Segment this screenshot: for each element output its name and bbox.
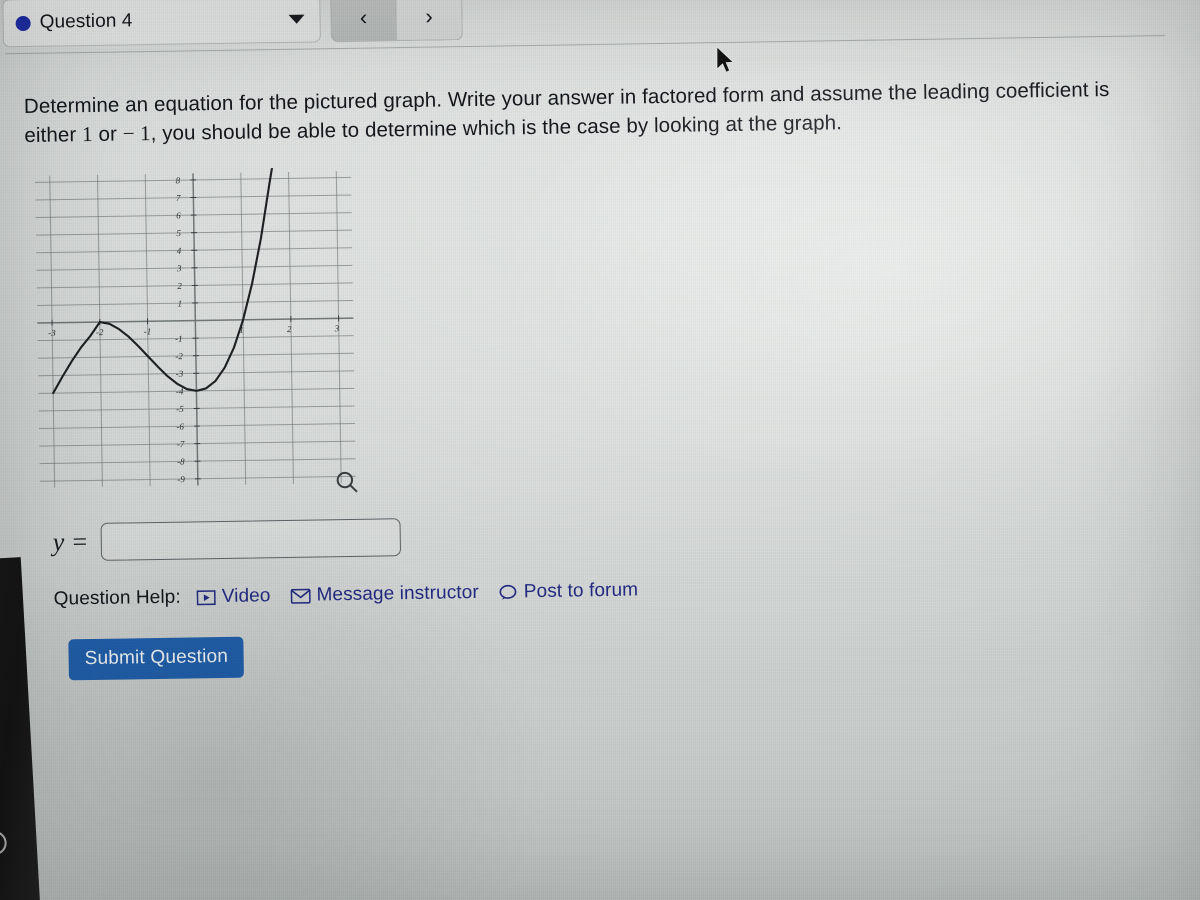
svg-text:4: 4 [177, 246, 182, 256]
coordinate-plane: -3 -2 -1 1 2 387654321-1-2-3-4-5-6-7-8-9 [35, 166, 356, 488]
svg-text:3: 3 [334, 323, 340, 333]
undo-icon[interactable] [0, 828, 9, 858]
speech-bubble-icon [499, 584, 518, 600]
svg-text:-2: -2 [175, 351, 183, 361]
video-help-link[interactable]: Video [196, 585, 271, 608]
page-content: Question 4 ‹ › Determine an equation for… [0, 0, 1200, 900]
post-to-forum-link[interactable]: Post to forum [499, 579, 639, 603]
svg-text:5: 5 [176, 228, 181, 238]
svg-text:8: 8 [176, 175, 181, 185]
prev-question-button[interactable]: ‹ [330, 0, 397, 43]
video-help-label: Video [221, 585, 271, 607]
prompt-coefficient-neg-one: − 1 [122, 120, 151, 146]
chevron-left-icon: ‹ [359, 4, 368, 30]
post-to-forum-label: Post to forum [523, 579, 639, 603]
svg-text:2: 2 [287, 324, 292, 334]
svg-text:6: 6 [176, 210, 181, 220]
mouse-cursor [716, 47, 735, 73]
question-help-label: Question Help: [53, 586, 181, 610]
question-prompt: Determine an equation for the pictured g… [24, 75, 1155, 149]
prompt-text-or: or [92, 122, 123, 146]
chevron-down-icon[interactable] [288, 14, 305, 24]
svg-text:1: 1 [177, 298, 182, 308]
screenshot-root: Question 4 ‹ › Determine an equation for… [0, 0, 1200, 900]
svg-text:-1: -1 [175, 334, 183, 344]
svg-text:-8: -8 [177, 457, 185, 467]
message-instructor-label: Message instructor [316, 581, 479, 606]
prompt-text-part2: , you should be able to determine which … [150, 110, 843, 145]
question-help-row: Question Help: Video Message instructor … [54, 579, 659, 610]
video-play-icon [196, 589, 216, 605]
question-status-dot [15, 15, 31, 31]
svg-text:2: 2 [177, 281, 182, 291]
svg-text:-7: -7 [177, 439, 185, 449]
next-question-button[interactable]: › [396, 0, 463, 42]
submit-question-button[interactable]: Submit Question [68, 636, 245, 681]
svg-text:-3: -3 [176, 369, 184, 379]
svg-text:-2: -2 [96, 327, 104, 337]
question-tabbar: Question 4 ‹ › [2, 0, 463, 49]
prompt-coefficient-one: 1 [81, 121, 93, 146]
message-instructor-link[interactable]: Message instructor [290, 582, 479, 607]
svg-text:7: 7 [176, 193, 181, 203]
envelope-icon [290, 588, 311, 604]
pencil-icon[interactable] [0, 745, 3, 772]
question-tab[interactable]: Question 4 [2, 0, 321, 48]
answer-input[interactable] [100, 518, 401, 561]
question-tab-label: Question 4 [39, 10, 133, 33]
svg-text:-9: -9 [177, 474, 185, 484]
svg-text:-6: -6 [176, 421, 184, 431]
answer-row: y = [53, 518, 401, 561]
svg-text:3: 3 [176, 263, 182, 273]
svg-text:-1: -1 [144, 326, 152, 336]
svg-text:-3: -3 [48, 328, 56, 338]
chevron-right-icon: › [425, 3, 433, 29]
answer-label: y = [52, 527, 89, 557]
svg-text:-5: -5 [176, 404, 184, 414]
graph-figure: -3 -2 -1 1 2 3 8 7 6 5 4 3 2 1 -1 -2 -3 -4 -5 -6 -7 -8 -9 [33, 166, 360, 495]
magnifier-icon[interactable] [334, 469, 360, 495]
